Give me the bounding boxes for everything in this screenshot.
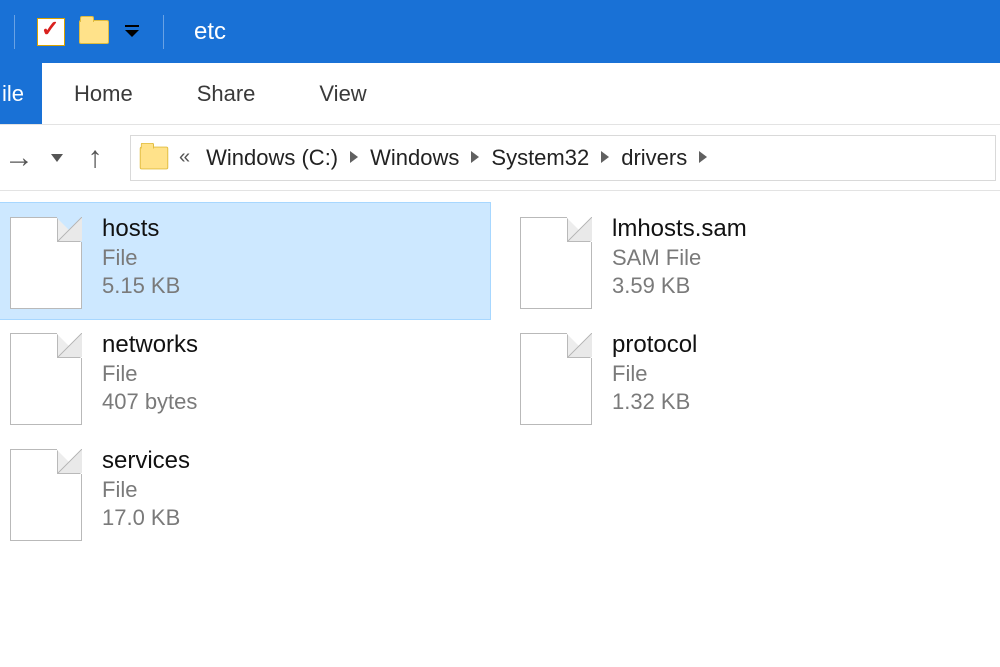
window-title: etc bbox=[194, 18, 226, 46]
file-item-services[interactable]: services File 17.0 KB bbox=[0, 435, 490, 551]
qat-separator bbox=[163, 15, 164, 49]
file-name: services bbox=[102, 447, 190, 475]
file-type: File bbox=[102, 477, 190, 503]
breadcrumb[interactable]: « Windows (C:) Windows System32 drivers bbox=[130, 135, 996, 181]
file-meta: lmhosts.sam SAM File 3.59 KB bbox=[612, 213, 747, 299]
up-button[interactable] bbox=[76, 139, 114, 177]
tab-file[interactable]: ile bbox=[0, 63, 42, 124]
file-size: 5.15 KB bbox=[102, 273, 180, 299]
quick-access-toolbar bbox=[6, 15, 172, 49]
qat-separator bbox=[14, 15, 15, 49]
tab-view[interactable]: View bbox=[287, 63, 398, 124]
file-icon bbox=[10, 217, 82, 309]
file-item-hosts[interactable]: hosts File 5.15 KB bbox=[0, 203, 490, 319]
file-type: File bbox=[612, 361, 697, 387]
breadcrumb-segment[interactable]: System32 bbox=[483, 145, 597, 171]
folder-icon[interactable] bbox=[79, 20, 109, 44]
breadcrumb-segment[interactable]: Windows bbox=[362, 145, 467, 171]
address-bar: « Windows (C:) Windows System32 drivers bbox=[0, 125, 1000, 191]
file-list: hosts File 5.15 KB lmhosts.sam SAM File … bbox=[0, 191, 1000, 551]
chevron-right-icon[interactable] bbox=[697, 147, 709, 168]
file-size: 3.59 KB bbox=[612, 273, 747, 299]
chevron-right-icon[interactable] bbox=[599, 147, 611, 168]
breadcrumb-overflow[interactable]: « bbox=[173, 146, 196, 169]
file-name: lmhosts.sam bbox=[612, 215, 747, 243]
tab-home[interactable]: Home bbox=[42, 63, 165, 124]
breadcrumb-segment[interactable]: drivers bbox=[613, 145, 695, 171]
file-type: File bbox=[102, 361, 198, 387]
file-type: File bbox=[102, 245, 180, 271]
recent-locations-button[interactable] bbox=[38, 139, 76, 177]
file-type: SAM File bbox=[612, 245, 747, 271]
chevron-right-icon[interactable] bbox=[348, 147, 360, 168]
file-name: protocol bbox=[612, 331, 697, 359]
file-size: 1.32 KB bbox=[612, 389, 697, 415]
file-meta: protocol File 1.32 KB bbox=[612, 329, 697, 415]
file-item-networks[interactable]: networks File 407 bytes bbox=[0, 319, 490, 435]
forward-button[interactable] bbox=[0, 139, 38, 177]
titlebar: etc bbox=[0, 0, 1000, 63]
file-meta: services File 17.0 KB bbox=[102, 445, 190, 531]
file-meta: hosts File 5.15 KB bbox=[102, 213, 180, 299]
chevron-right-icon[interactable] bbox=[469, 147, 481, 168]
file-name: hosts bbox=[102, 215, 180, 243]
file-item-lmhosts[interactable]: lmhosts.sam SAM File 3.59 KB bbox=[510, 203, 1000, 319]
empty-cell bbox=[510, 435, 1000, 551]
file-meta: networks File 407 bytes bbox=[102, 329, 198, 415]
file-item-protocol[interactable]: protocol File 1.32 KB bbox=[510, 319, 1000, 435]
breadcrumb-segment[interactable]: Windows (C:) bbox=[198, 145, 346, 171]
file-icon bbox=[520, 217, 592, 309]
file-icon bbox=[10, 449, 82, 541]
file-size: 17.0 KB bbox=[102, 505, 190, 531]
file-icon bbox=[10, 333, 82, 425]
file-size: 407 bytes bbox=[102, 389, 198, 415]
file-icon bbox=[520, 333, 592, 425]
tab-share[interactable]: Share bbox=[165, 63, 288, 124]
ribbon-tabs: ile Home Share View bbox=[0, 63, 1000, 125]
file-name: networks bbox=[102, 331, 198, 359]
folder-icon bbox=[140, 146, 169, 169]
properties-icon[interactable] bbox=[37, 18, 65, 46]
qat-dropdown-icon[interactable] bbox=[123, 25, 141, 39]
